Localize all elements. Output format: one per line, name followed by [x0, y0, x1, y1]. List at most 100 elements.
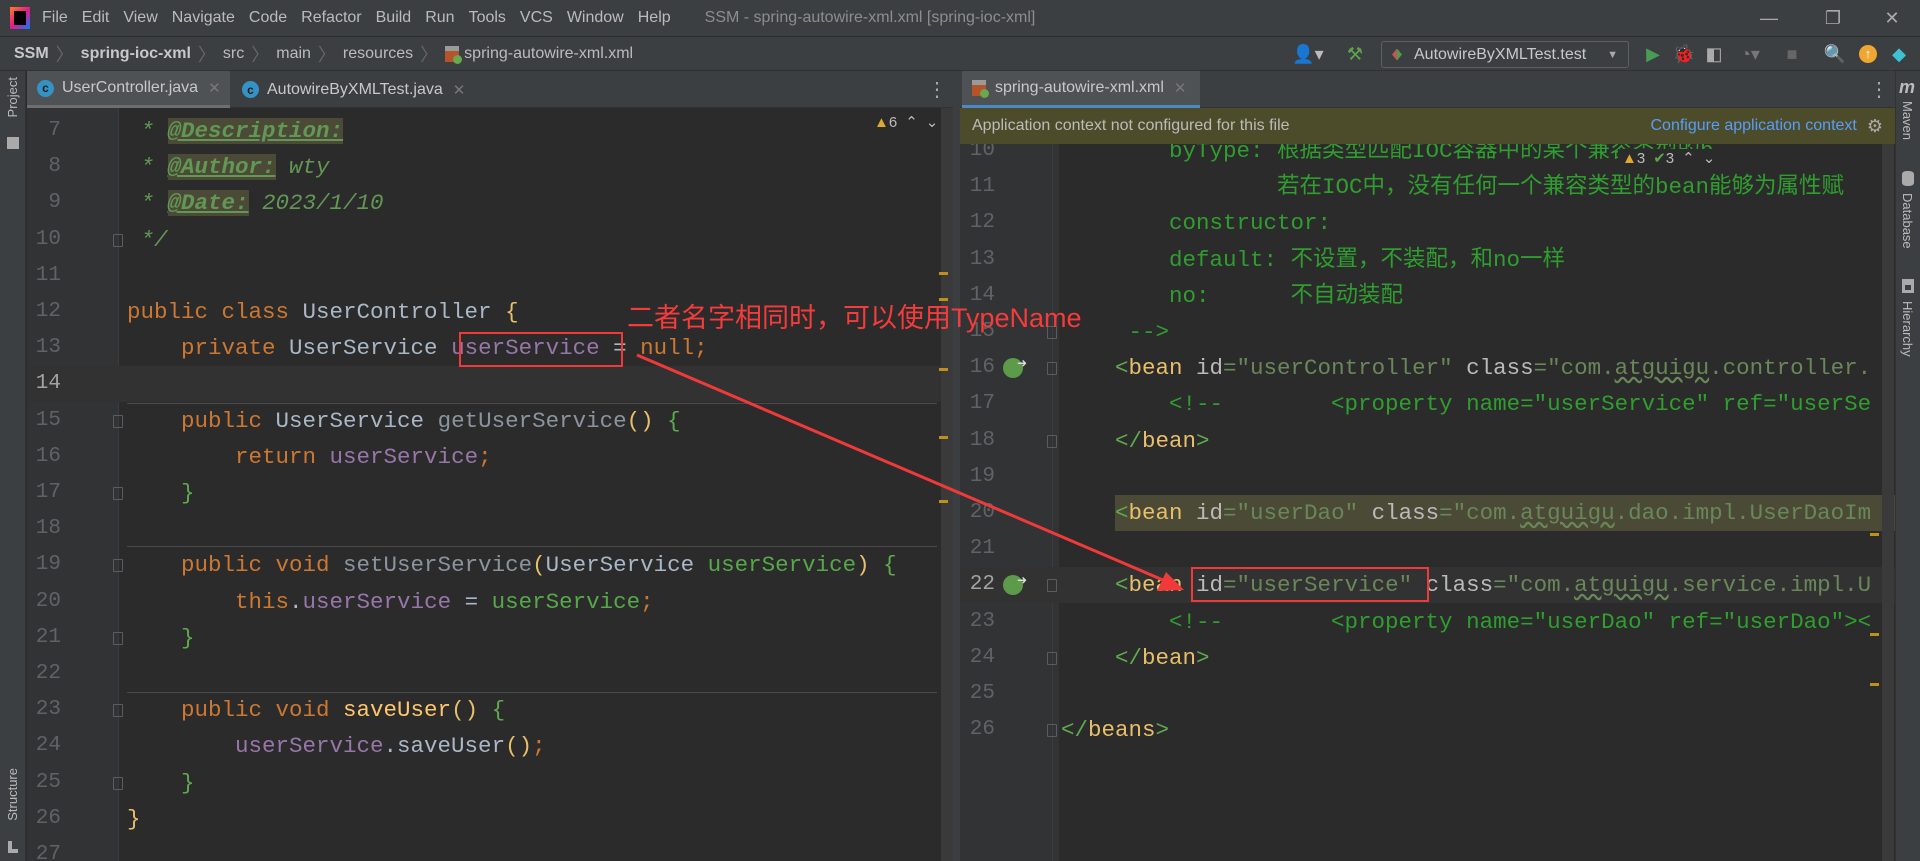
- hammer-icon[interactable]: ⚒: [1340, 37, 1370, 71]
- breadcrumb-item[interactable]: spring-ioc-xml: [81, 45, 191, 63]
- code-line[interactable]: 11: [27, 258, 953, 294]
- breadcrumb-item[interactable]: src: [223, 45, 244, 63]
- code-line[interactable]: 21: [960, 531, 1895, 567]
- menu-vcs[interactable]: VCS: [520, 9, 553, 27]
- code-line[interactable]: 23 public void saveUser() {: [27, 692, 953, 728]
- close-tab-icon[interactable]: ✕: [1174, 79, 1187, 97]
- search-icon[interactable]: 🔍: [1822, 37, 1848, 71]
- menu-window[interactable]: Window: [567, 9, 624, 27]
- menu-edit[interactable]: Edit: [82, 9, 110, 27]
- code-line[interactable]: 19 public void setUserService(UserServic…: [27, 547, 953, 583]
- right-code-editor[interactable]: 10 byType: 根据类型匹配IOC容器中的某个兼容类型的b 11 若在IOC…: [960, 108, 1895, 861]
- gear-icon[interactable]: ⚙: [1867, 116, 1883, 137]
- fold-marker-icon[interactable]: [1047, 724, 1057, 738]
- fold-marker-icon[interactable]: [113, 559, 123, 573]
- menu-refactor[interactable]: Refactor: [301, 9, 361, 27]
- code-line[interactable]: 17 }: [27, 475, 953, 511]
- code-line[interactable]: 26 </beans>: [960, 712, 1895, 748]
- project-tool-button[interactable]: Project: [5, 77, 20, 117]
- breadcrumb-item[interactable]: SSM: [14, 45, 49, 63]
- fold-marker-icon[interactable]: [1047, 651, 1057, 665]
- menu-build[interactable]: Build: [376, 9, 412, 27]
- code-line[interactable]: 25 }: [27, 765, 953, 801]
- code-line[interactable]: 13 default: 不设置，不装配，和no一样: [960, 242, 1895, 278]
- code-line[interactable]: 27: [27, 837, 953, 861]
- code-line[interactable]: 18: [27, 511, 953, 547]
- code-line[interactable]: 20 this.userService = userService;: [27, 584, 953, 620]
- fold-marker-icon[interactable]: [113, 776, 123, 790]
- toolbox-logo-icon[interactable]: ◆: [1886, 37, 1912, 71]
- close-button[interactable]: ✕: [1862, 0, 1920, 37]
- fold-marker-icon[interactable]: [1047, 434, 1057, 448]
- error-stripe-mark[interactable]: [939, 272, 948, 275]
- breadcrumb-item[interactable]: main: [276, 45, 311, 63]
- code-line[interactable]: 17 <!-- <property name="userService" ref…: [960, 386, 1895, 422]
- run-icon[interactable]: ▶: [1640, 37, 1666, 71]
- code-line[interactable]: 14 no: 不自动装配: [960, 278, 1895, 314]
- code-line[interactable]: 12 constructor:: [960, 205, 1895, 241]
- configure-context-link[interactable]: Configure application context: [1651, 117, 1857, 135]
- spring-bean-icon[interactable]: [1003, 563, 1027, 599]
- fold-marker-icon[interactable]: [113, 487, 123, 500]
- code-line[interactable]: 19: [960, 459, 1895, 495]
- right-scrollbar[interactable]: [1882, 144, 1894, 861]
- breadcrumb-item[interactable]: spring-autowire-xml.xml: [464, 45, 633, 63]
- code-line[interactable]: 9 * @Date: 2023/1/10: [27, 185, 953, 221]
- prev-highlight-icon[interactable]: ⌃: [1682, 149, 1695, 167]
- more-tabs-icon[interactable]: ⋮: [1869, 77, 1889, 102]
- close-tab-icon[interactable]: ✕: [453, 81, 466, 99]
- error-stripe-mark[interactable]: [939, 436, 948, 439]
- code-line[interactable]: 23 <!-- <property name="userDao" ref="us…: [960, 604, 1895, 640]
- breadcrumb-item[interactable]: resources: [343, 45, 413, 63]
- error-stripe-mark[interactable]: [939, 500, 948, 503]
- stop-icon[interactable]: ■: [1780, 37, 1804, 71]
- menu-navigate[interactable]: Navigate: [172, 9, 235, 27]
- menu-code[interactable]: Code: [249, 9, 287, 27]
- menu-help[interactable]: Help: [638, 9, 671, 27]
- code-line[interactable]: 8 * @Author: wty: [27, 149, 953, 185]
- code-line[interactable]: 16 return userService;: [27, 439, 953, 475]
- fold-marker-icon[interactable]: [113, 631, 123, 645]
- hierarchy-tool-button[interactable]: Hierarchy: [1900, 301, 1915, 357]
- code-line[interactable]: 15 -->: [960, 314, 1895, 350]
- fold-marker-icon[interactable]: [1047, 579, 1057, 593]
- code-line[interactable]: 24 </bean>: [960, 640, 1895, 676]
- update-icon[interactable]: ↑: [1856, 37, 1880, 71]
- fold-marker-icon[interactable]: [113, 414, 123, 428]
- run-configuration-dropdown[interactable]: AutowireByXMLTest.test ▼: [1381, 41, 1629, 68]
- prev-highlight-icon[interactable]: ⌃: [905, 113, 918, 131]
- code-line[interactable]: 24 userService.saveUser();: [27, 728, 953, 764]
- tab-autowire-test[interactable]: c AutowireByXMLTest.java ✕: [232, 71, 472, 108]
- close-tab-icon[interactable]: ✕: [208, 79, 221, 97]
- structure-tool-button[interactable]: Structure: [5, 768, 20, 821]
- error-stripe-mark[interactable]: [1870, 533, 1879, 536]
- error-stripe-mark[interactable]: [1870, 633, 1879, 636]
- maven-tool-button[interactable]: Maven: [1900, 101, 1915, 140]
- code-line[interactable]: 20 <bean id="userDao" class="com.atguigu…: [960, 495, 1895, 531]
- inspection-widget[interactable]: ▲6 ⌃ ⌄: [874, 113, 938, 132]
- code-line[interactable]: 7 * @Description:: [27, 113, 953, 149]
- code-line[interactable]: 14: [27, 366, 953, 403]
- code-line[interactable]: 18 </bean>: [960, 423, 1895, 459]
- code-line[interactable]: 15 public UserService getUserService() {: [27, 403, 953, 439]
- code-line[interactable]: 21 }: [27, 620, 953, 656]
- tab-user-controller[interactable]: c UserController.java ✕: [27, 71, 230, 108]
- profile-icon[interactable]: ◔▾: [1730, 37, 1770, 71]
- coverage-icon[interactable]: ◧: [1700, 37, 1728, 71]
- split-divider[interactable]: [953, 71, 960, 861]
- fold-marker-icon[interactable]: [113, 233, 123, 247]
- menu-tools[interactable]: Tools: [469, 9, 506, 27]
- inspection-widget[interactable]: ▲3 ✔3 ⌃ ⌄: [1618, 149, 1716, 167]
- maximize-button[interactable]: ❐: [1803, 0, 1863, 37]
- code-line[interactable]: 16 <bean id="userController" class="com.…: [960, 346, 1895, 386]
- fold-marker-icon[interactable]: [113, 704, 123, 718]
- spring-bean-icon[interactable]: [1003, 346, 1027, 382]
- code-line[interactable]: 22: [27, 656, 953, 692]
- error-stripe-mark[interactable]: [939, 368, 948, 371]
- menu-view[interactable]: View: [123, 9, 157, 27]
- left-scrollbar[interactable]: [941, 108, 953, 861]
- tab-spring-autowire-xml[interactable]: spring-autowire-xml.xml ✕: [962, 71, 1200, 108]
- fold-marker-icon[interactable]: [1047, 362, 1057, 376]
- code-line[interactable]: 25: [960, 676, 1895, 712]
- debug-icon[interactable]: 🐞: [1670, 37, 1698, 71]
